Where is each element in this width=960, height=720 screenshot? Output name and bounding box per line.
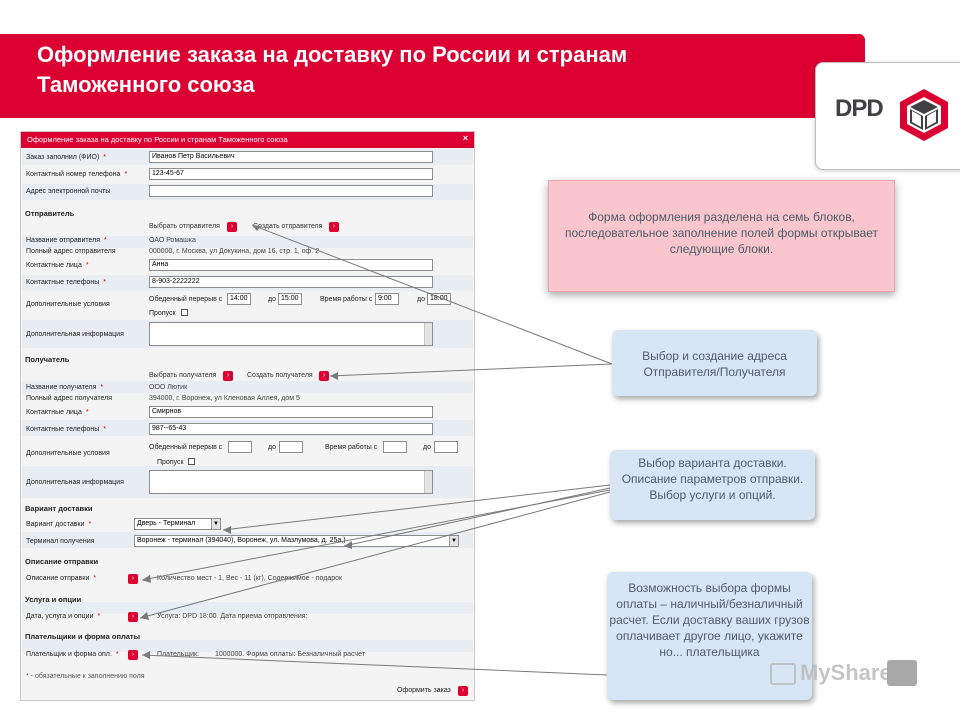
watermark: MyShared [770,660,917,686]
callout-delivery: Выбор варианта доставки. Описание параме… [610,450,815,520]
callout-form-blocks: Форма оформления разделена на семь блоко… [548,180,895,292]
callout-address: Выбор и создание адреса Отправителя/Полу… [612,330,817,396]
share-icon [887,660,917,686]
presentation-icon [770,663,796,686]
